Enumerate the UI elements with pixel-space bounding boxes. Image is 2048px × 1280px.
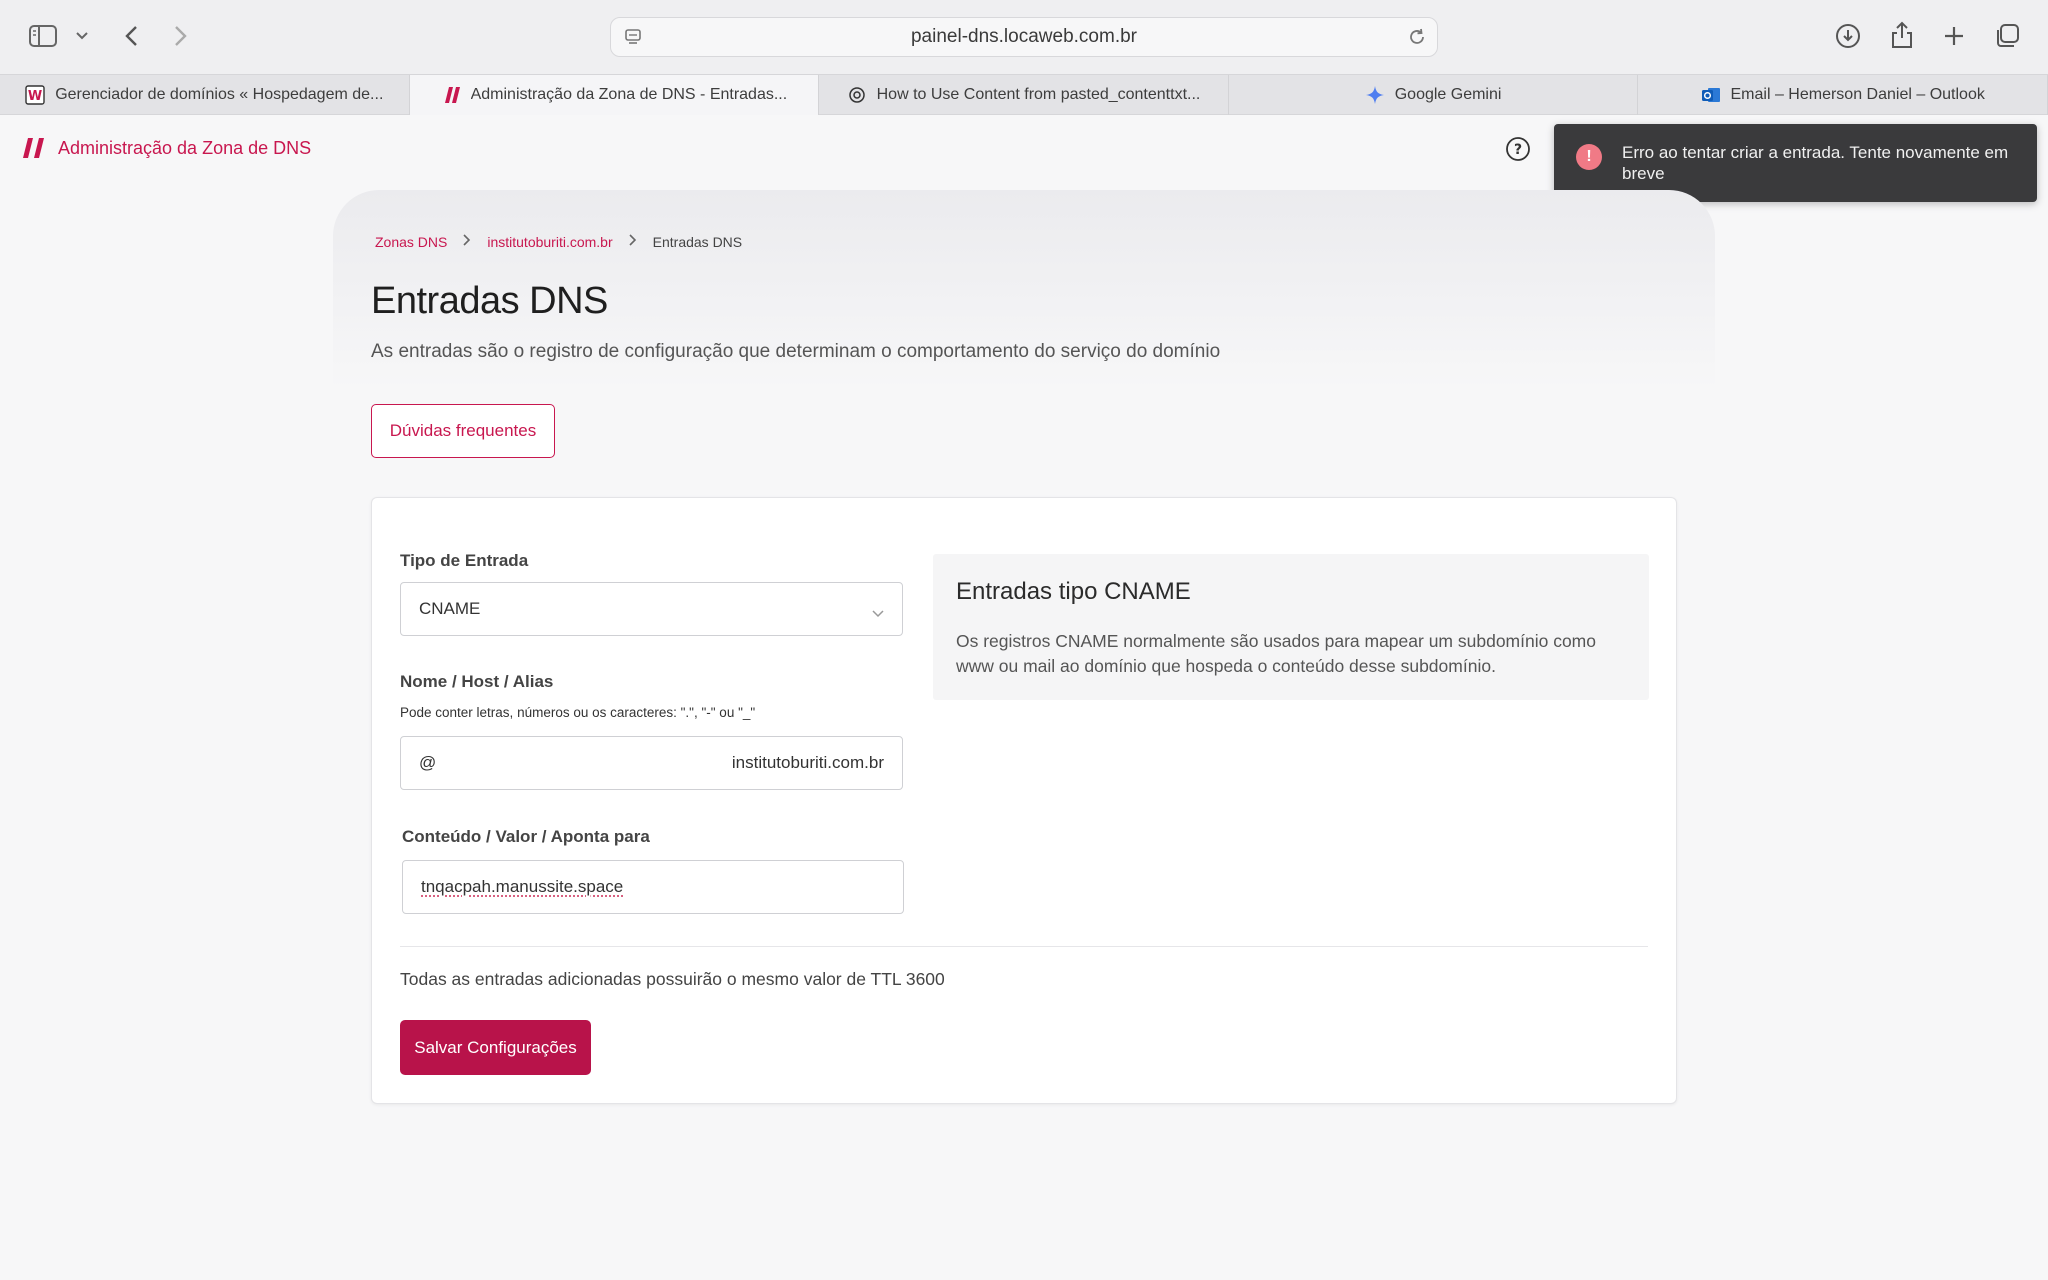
tab-chatgpt[interactable]: How to Use Content from pasted_contenttx…: [819, 75, 1229, 115]
page-subtitle: As entradas são o registro de configuraç…: [371, 341, 1221, 362]
breadcrumb-current: Entradas DNS: [652, 233, 743, 250]
download-icon[interactable]: [1834, 22, 1862, 50]
reload-icon[interactable]: [1407, 27, 1427, 52]
tab-label: Gerenciador de domínios « Hospedagem de.…: [55, 86, 384, 103]
breadcrumb: Zonas DNS institutoburiti.com.br Entrada…: [375, 233, 742, 250]
info-text: Os registros CNAME normalmente são usado…: [956, 631, 1596, 676]
error-icon: !: [1576, 144, 1602, 170]
save-button[interactable]: Salvar Configurações: [400, 1020, 591, 1075]
entry-type-select[interactable]: CNAME: [400, 582, 903, 636]
divider: [400, 946, 1648, 947]
svg-text:?: ?: [1514, 142, 1522, 158]
outlook-icon: [1701, 85, 1721, 105]
chevron-right-icon: [463, 233, 471, 250]
back-icon[interactable]: [118, 22, 144, 50]
tab-overview-icon[interactable]: [1992, 22, 2022, 50]
new-tab-icon[interactable]: [1940, 22, 1968, 50]
content-input[interactable]: tnqacpah.manussite.space: [402, 860, 904, 914]
share-icon[interactable]: [1888, 20, 1916, 50]
breadcrumb-domain[interactable]: institutoburiti.com.br: [487, 234, 612, 250]
locaweb-logo-icon[interactable]: [22, 138, 48, 163]
breadcrumb-zonas-dns[interactable]: Zonas DNS: [375, 234, 447, 250]
content-value: tnqacpah.manussite.space: [421, 877, 624, 896]
locaweb-w-icon: W: [25, 85, 45, 105]
site-settings-icon[interactable]: [623, 27, 643, 52]
locaweb-logo-icon: [441, 85, 461, 105]
page-title: Entradas DNS: [371, 280, 608, 322]
content-label: Conteúdo / Valor / Aponta para: [402, 827, 650, 846]
app-title[interactable]: Administração da Zona de DNS: [58, 138, 311, 159]
chevron-down-icon[interactable]: [74, 28, 90, 44]
faq-button[interactable]: Dúvidas frequentes: [371, 404, 555, 458]
tab-label: Email – Hemerson Daniel – Outlook: [1730, 86, 1985, 103]
toast-message: Erro ao tentar criar a entrada. Tente no…: [1622, 143, 2009, 183]
svg-text:W: W: [28, 89, 42, 104]
address-bar[interactable]: painel-dns.locaweb.com.br: [610, 17, 1438, 57]
entry-type-value: CNAME: [419, 599, 481, 618]
tab-label: How to Use Content from pasted_contenttx…: [876, 86, 1201, 103]
name-input[interactable]: @ institutoburiti.com.br: [400, 736, 903, 790]
name-value: @: [419, 753, 437, 772]
tab-domain-manager[interactable]: W Gerenciador de domínios « Hospedagem d…: [0, 75, 410, 115]
name-hint: Pode conter letras, números ou os caract…: [400, 705, 756, 720]
name-label: Nome / Host / Alias: [400, 672, 554, 691]
gemini-icon: [1365, 85, 1385, 105]
tab-outlook[interactable]: Email – Hemerson Daniel – Outlook: [1638, 75, 2048, 115]
forward-icon[interactable]: [168, 22, 194, 50]
tab-dns-zone[interactable]: Administração da Zona de DNS - Entradas.…: [409, 75, 820, 115]
info-title: Entradas tipo CNAME: [956, 578, 1191, 605]
domain-suffix: institutoburiti.com.br: [731, 753, 884, 772]
entry-type-label: Tipo de Entrada: [400, 551, 529, 570]
url-text: painel-dns.locaweb.com.br: [910, 26, 1137, 47]
tab-gemini[interactable]: Google Gemini: [1229, 75, 1639, 115]
browser-toolbar: painel-dns.locaweb.com.br: [0, 0, 2048, 74]
chevron-right-icon: [629, 233, 637, 250]
tab-label: Google Gemini: [1394, 86, 1502, 103]
tab-bar: W Gerenciador de domínios « Hospedagem d…: [0, 74, 2048, 115]
cname-info-panel: Entradas tipo CNAME Os registros CNAME n…: [933, 554, 1649, 700]
sidebar-toggle-icon[interactable]: [28, 22, 58, 50]
ttl-note: Todas as entradas adicionadas possuirão …: [400, 969, 945, 989]
tab-label: Administração da Zona de DNS - Entradas.…: [470, 86, 788, 103]
openai-icon: [847, 85, 867, 105]
help-icon[interactable]: ?: [1505, 136, 1531, 167]
chevron-down-icon: [872, 603, 884, 623]
